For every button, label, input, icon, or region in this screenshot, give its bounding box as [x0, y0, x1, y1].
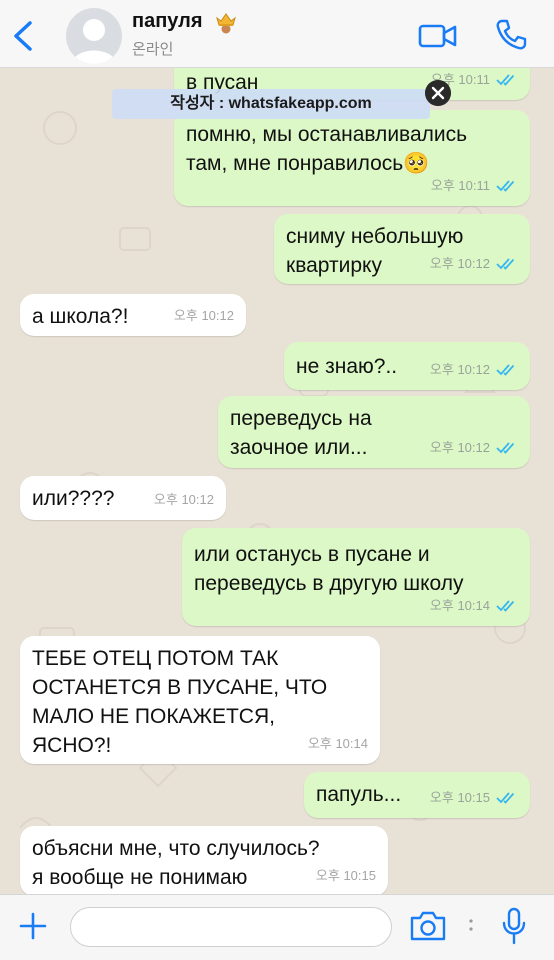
- message-time: 오후 10:12: [153, 492, 214, 507]
- message-time: 오후 10:11: [430, 178, 490, 193]
- message-meta: 오후 10:11: [431, 171, 518, 200]
- read-receipt-icon: [496, 791, 515, 804]
- default-avatar-icon: [72, 19, 116, 64]
- chat-area[interactable]: в пусан 오후 10:11 помню, мы останавливали…: [0, 68, 554, 894]
- message-input[interactable]: [70, 907, 392, 947]
- back-chevron-icon[interactable]: [10, 20, 36, 52]
- camera-icon[interactable]: [408, 909, 448, 943]
- message-time: 오후 10:12: [429, 362, 490, 377]
- contact-name[interactable]: папуля: [132, 10, 203, 33]
- message-bubble[interactable]: или???? 오후 10:12: [20, 476, 226, 520]
- message-meta: 오후 10:15: [430, 783, 518, 812]
- message-bubble[interactable]: ТЕБЕ ОТЕЦ ПОТОМ ТАК ОСТАНЕТСЯ В ПУСАНЕ, …: [20, 636, 380, 764]
- message-meta: 오후 10:15: [316, 861, 376, 890]
- phone-icon[interactable]: [494, 18, 528, 52]
- message-bubble[interactable]: сниму небольшую квартирку 오후 10:12: [274, 214, 530, 284]
- read-receipt-icon: [496, 363, 515, 376]
- message-text: или останусь в пусане и переведусь в дру…: [194, 543, 464, 595]
- watermark-banner: 작성자 : whatsfakeapp.com: [112, 89, 430, 119]
- video-call-icon[interactable]: [418, 22, 458, 50]
- message-bubble[interactable]: не знаю?.. 오후 10:12: [284, 342, 530, 390]
- message-time: 오후 10:12: [173, 308, 234, 323]
- avatar[interactable]: [66, 8, 122, 64]
- message-meta: 오후 10:14: [430, 591, 518, 620]
- message-time: 오후 10:12: [429, 256, 490, 271]
- message-bubble[interactable]: или останусь в пусане и переведусь в дру…: [182, 528, 530, 626]
- message-text: помню, мы останавливались там, мне понра…: [186, 123, 468, 175]
- message-meta: 오후 10:12: [430, 433, 518, 462]
- message-meta: 오후 10:12: [174, 301, 234, 330]
- message-time: 오후 10:14: [429, 598, 490, 613]
- close-icon[interactable]: [425, 80, 451, 106]
- message-meta: 오후 10:14: [308, 729, 368, 758]
- read-receipt-icon: [496, 441, 515, 454]
- message-time: 오후 10:12: [429, 440, 490, 455]
- message-time: 오후 10:15: [429, 790, 490, 805]
- message-input-bar: [0, 894, 554, 960]
- message-meta: 오후 10:12: [154, 485, 214, 514]
- read-receipt-icon: [496, 179, 515, 192]
- plus-icon[interactable]: [18, 911, 48, 941]
- read-receipt-icon: [496, 73, 515, 86]
- chat-header: папуля 온라인: [0, 0, 554, 68]
- read-receipt-icon: [496, 257, 515, 270]
- message-time: 오후 10:15: [315, 868, 376, 883]
- message-bubble[interactable]: папуль... 오후 10:15: [304, 772, 530, 818]
- microphone-icon[interactable]: [500, 907, 528, 945]
- message-meta: 오후 10:12: [430, 249, 518, 278]
- message-bubble[interactable]: объясни мне, что случилось? я вообще не …: [20, 826, 388, 894]
- message-bubble[interactable]: а школа?! 오후 10:12: [20, 294, 246, 336]
- message-time: 오후 10:14: [307, 736, 368, 751]
- message-bubble[interactable]: переведусь на заочное или... 오후 10:12: [218, 396, 530, 468]
- contact-status: 온라인: [132, 41, 174, 58]
- message-bubble[interactable]: помню, мы останавливались там, мне понра…: [174, 110, 530, 206]
- crown-emoji-icon: [216, 13, 236, 34]
- more-dots-icon: [469, 919, 473, 931]
- message-meta: 오후 10:12: [430, 355, 518, 384]
- read-receipt-icon: [496, 599, 515, 612]
